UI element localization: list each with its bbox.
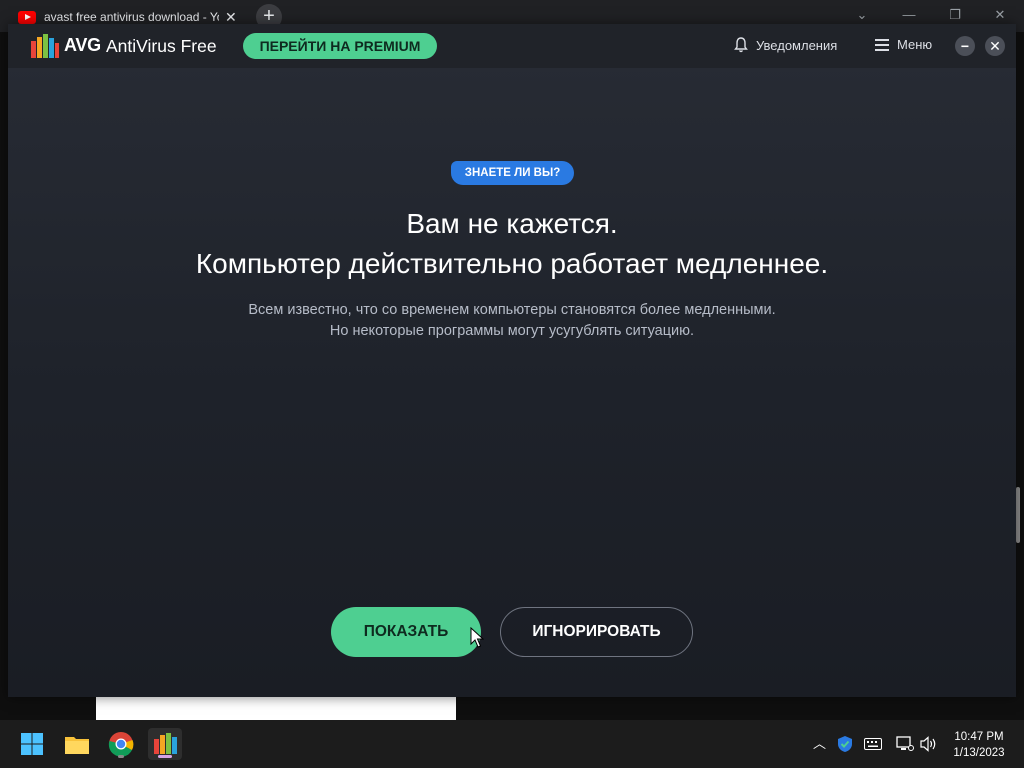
keyboard-icon[interactable] bbox=[864, 738, 882, 750]
browser-tab-title: avast free antivirus download - YouTube bbox=[44, 10, 219, 24]
mouse-cursor-icon bbox=[470, 627, 484, 648]
window-minimize-button[interactable]: — bbox=[889, 4, 929, 26]
file-explorer-icon[interactable] bbox=[61, 728, 93, 760]
active-indicator bbox=[158, 755, 172, 758]
network-icon[interactable] bbox=[896, 736, 914, 752]
bell-icon bbox=[734, 37, 748, 53]
ignore-button[interactable]: ИГНОРИРОВАТЬ bbox=[500, 607, 693, 657]
subtext-line-2: Но некоторые программы могут усугублять … bbox=[329, 323, 695, 339]
avg-header: AVG AntiVirus Free ПЕРЕЙТИ НА PREMIUM Ув… bbox=[8, 24, 1016, 68]
headline-line-2: Компьютер действительно работает медленн… bbox=[195, 248, 829, 279]
taskbar: ︿ bbox=[0, 720, 1024, 768]
tab-search-chevron-icon[interactable]: ⌄ bbox=[842, 4, 882, 26]
headline-line-1: Вам не кажется. bbox=[406, 208, 618, 239]
clock-date: 1/13/2023 bbox=[953, 747, 1005, 759]
security-shield-icon[interactable] bbox=[837, 735, 853, 753]
tab-close-icon[interactable]: ✕ bbox=[225, 9, 237, 26]
volume-icon[interactable] bbox=[920, 736, 938, 752]
system-clock[interactable]: 10:47 PM 1/13/2023 bbox=[944, 729, 1014, 761]
windows-start-icon[interactable] bbox=[16, 728, 48, 760]
chrome-icon[interactable] bbox=[105, 728, 137, 760]
avg-brand: AVG bbox=[64, 35, 101, 55]
tray-overflow-chevron-icon[interactable]: ︿ bbox=[813, 733, 826, 752]
clock-time: 10:47 PM bbox=[954, 731, 1004, 743]
avg-close-button[interactable]: ✕ bbox=[985, 36, 1005, 56]
show-button[interactable]: ПОКАЗАТЬ bbox=[331, 607, 481, 657]
avg-window: AVG AntiVirus Free ПЕРЕЙТИ НА PREMIUM Ув… bbox=[8, 24, 1016, 697]
avg-product-name: AntiVirus Free bbox=[106, 36, 217, 56]
menu-button[interactable]: Меню bbox=[875, 37, 932, 52]
notifications-label: Уведомления bbox=[756, 37, 838, 53]
avg-minimize-button[interactable]: − bbox=[955, 36, 975, 56]
browser-scrollbar[interactable] bbox=[1016, 487, 1020, 543]
hamburger-icon bbox=[875, 38, 889, 51]
avg-logo-icon bbox=[31, 34, 59, 58]
subtext-line-1: Всем известно, что со временем компьютер… bbox=[248, 302, 776, 318]
window-close-button[interactable]: ✕ bbox=[980, 4, 1020, 26]
did-you-know-badge: ЗНАЕТЕ ЛИ ВЫ? bbox=[451, 161, 574, 185]
window-restore-button[interactable]: ❐ bbox=[935, 4, 975, 26]
menu-label: Меню bbox=[897, 37, 933, 52]
go-premium-button[interactable]: ПЕРЕЙТИ НА PREMIUM bbox=[243, 33, 437, 59]
avg-taskbar-icon[interactable] bbox=[148, 728, 182, 760]
page-content-fragment bbox=[96, 697, 456, 720]
running-indicator bbox=[118, 755, 124, 758]
youtube-icon bbox=[18, 10, 36, 24]
notifications-button[interactable]: Уведомления bbox=[734, 37, 837, 53]
